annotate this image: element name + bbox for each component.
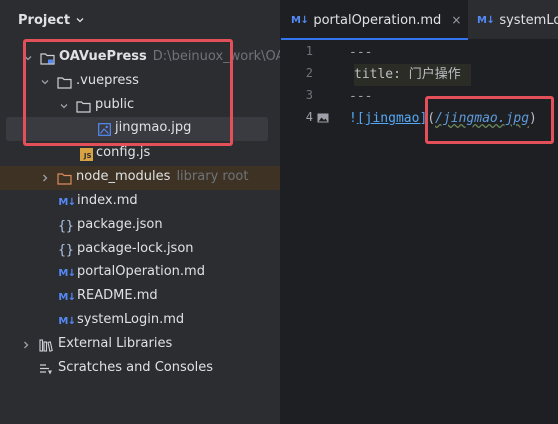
tree-item-label: portalOperation.md: [77, 264, 205, 279]
project-panel: Project OAVuePress D:\beinuox_work\OAV .v…: [0, 0, 280, 424]
markdown-file-icon: M↓: [58, 196, 76, 208]
tree-item-label: package.json: [77, 217, 163, 232]
image-preview-icon[interactable]: [317, 113, 329, 123]
tree-item-public[interactable]: public: [0, 94, 280, 118]
line-number: 4: [305, 110, 313, 124]
tree-item-portaloperation-md[interactable]: M↓ portalOperation.md: [0, 261, 280, 285]
tree-item-label: config.js: [96, 145, 151, 160]
tree-item-label: Scratches and Consoles: [58, 360, 214, 375]
folder-icon: [75, 98, 91, 114]
folder-icon: [56, 74, 72, 90]
json-file-icon: {}: [58, 218, 74, 234]
close-icon[interactable]: ×: [451, 13, 461, 27]
tree-item-label: README.md: [77, 288, 158, 303]
paren-close: ): [529, 111, 537, 126]
markdown-file-icon: M↓: [477, 14, 495, 26]
editor: M↓ portalOperation.md × M↓ systemLogin.m…: [281, 0, 558, 424]
tree-item-package-json[interactable]: {} package.json: [0, 214, 280, 238]
json-file-icon: {}: [58, 242, 74, 258]
chevron-down-icon[interactable]: [75, 15, 85, 25]
markdown-file-icon: M↓: [58, 291, 76, 303]
tree-item-label: jingmao.jpg: [115, 120, 192, 135]
markdown-file-icon: M↓: [291, 14, 309, 26]
tree-item-external-libraries[interactable]: External Libraries: [0, 333, 280, 357]
tree-item-label: .vuepress: [76, 73, 139, 88]
tree-item-label: systemLogin.md: [77, 312, 185, 327]
tree-item-label: public: [95, 97, 135, 112]
line-number: 1: [305, 44, 313, 58]
tree-item-label: node_modules: [76, 169, 171, 184]
tree-item-config-js[interactable]: JS config.js: [0, 142, 280, 166]
tab-label: portalOperation.md: [313, 12, 442, 28]
line-number: 2: [305, 66, 313, 80]
chevron-down-icon[interactable]: [23, 53, 33, 63]
tree-item-label: package-lock.json: [77, 241, 194, 256]
scratches-icon: [38, 361, 54, 377]
js-file-icon: JS: [78, 146, 94, 162]
tree-item-label: External Libraries: [58, 336, 173, 351]
chevron-down-icon[interactable]: [40, 77, 50, 87]
code-area[interactable]: --- title: 门户操作 --- ![jingmao](/jingmao.…: [349, 40, 537, 130]
chevron-right-icon[interactable]: [40, 173, 50, 183]
library-root-hint: library root: [176, 169, 249, 184]
tree-item-label: index.md: [77, 193, 138, 208]
tree-item-systemlogin-md[interactable]: M↓ systemLogin.md: [0, 309, 280, 333]
code-line-1: ---: [349, 45, 373, 60]
tree-item-oavuepress[interactable]: OAVuePress D:\beinuox_work\OAV: [0, 46, 280, 70]
project-header[interactable]: Project: [0, 0, 280, 40]
line-gutter: 1 2 3 4: [281, 40, 343, 424]
paren-open: (: [427, 111, 436, 126]
markdown-file-icon: M↓: [58, 315, 76, 327]
link-text: [jingmao]: [356, 111, 428, 126]
line-number: 3: [305, 88, 313, 102]
project-title[interactable]: Project: [18, 13, 70, 28]
tree-item-readme-md[interactable]: M↓ README.md: [0, 285, 280, 309]
tree-item-index-md[interactable]: M↓ index.md: [0, 190, 280, 214]
tree-item-scratches-and-consoles[interactable]: Scratches and Consoles: [0, 357, 280, 381]
module-folder-icon: [39, 50, 55, 66]
tree-item-label: OAVuePress: [59, 49, 147, 64]
tab-label: systemLogin.md: [499, 12, 558, 28]
tree-item-package-lock-json[interactable]: {} package-lock.json: [0, 238, 280, 262]
tab-systemlogin-md[interactable]: M↓ systemLogin.md: [468, 0, 558, 40]
code-line-2: title: 门户操作: [354, 64, 471, 86]
code-line-4: ![jingmao](/jingmao.jpg): [349, 108, 537, 130]
editor-tabs: M↓ portalOperation.md × M↓ systemLogin.m…: [281, 0, 558, 40]
tree-item-vuepress[interactable]: .vuepress: [0, 70, 280, 94]
excluded-folder-icon: [56, 170, 72, 186]
code-line-3: ---: [349, 89, 373, 104]
markdown-file-icon: M↓: [58, 267, 76, 279]
tree-item-node-modules[interactable]: node_modules library root: [0, 166, 280, 190]
image-bang: !: [349, 111, 357, 126]
tree-item-path-hint: D:\beinuox_work\OAV: [152, 49, 280, 64]
link-url: /jingmao.jpg: [435, 111, 530, 126]
tab-portaloperation-md[interactable]: M↓ portalOperation.md ×: [281, 0, 468, 40]
image-file-icon: [96, 121, 112, 137]
library-icon: [38, 337, 54, 353]
tree-item-jingmao-jpg[interactable]: jingmao.jpg: [6, 117, 268, 141]
chevron-down-icon[interactable]: [59, 101, 69, 111]
chevron-right-icon[interactable]: [21, 340, 31, 350]
